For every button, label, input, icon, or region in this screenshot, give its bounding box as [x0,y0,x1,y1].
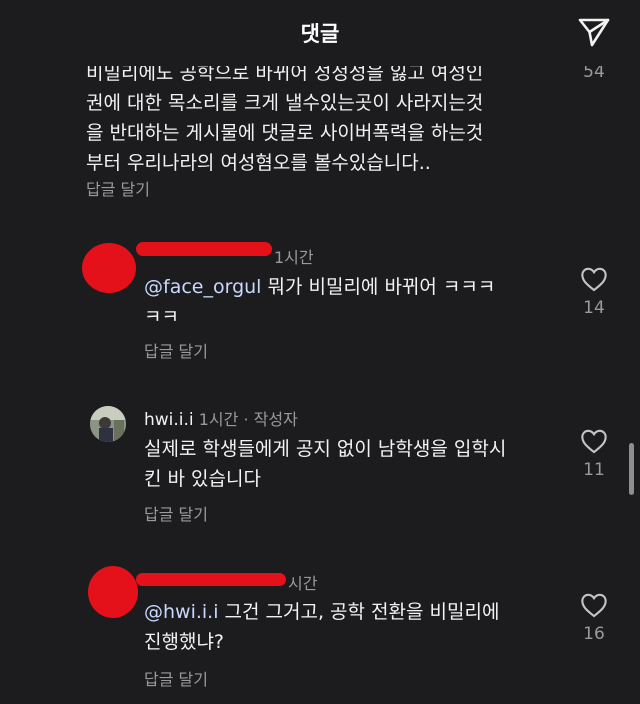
mention-link[interactable]: @hwi.i.i [144,601,219,623]
like-count: 14 [583,298,605,318]
send-icon [578,18,610,47]
page-title: 댓글 [300,22,340,46]
avatar[interactable] [90,406,126,442]
comments-list[interactable]: 비밀리에도 공학으로 바뀌어 성정성을 잃고 여성인 권에 대한 목소리를 크게… [0,0,640,704]
heart-icon [581,593,607,618]
separator: · [243,410,249,429]
author-badge: 작성자 [253,410,298,429]
like-count: 16 [583,624,605,644]
comment-time: 1시간 [198,410,239,429]
reply-button[interactable]: 답글 달기 [86,176,150,200]
comment-text: @hwi.i.i 그건 그거고, 공학 전환을 비밀리에 진행했냐? [144,601,500,653]
redaction-mark [136,242,272,256]
redaction-mark [136,573,286,586]
scrollbar-thumb[interactable] [629,443,634,495]
reply-button[interactable]: 답글 달기 [144,666,208,690]
avatar[interactable] [88,566,138,618]
like-button[interactable]: 11 [574,428,614,480]
like-button[interactable]: 14 [574,266,614,318]
comment-time: 시간 [288,574,318,593]
comment-text: 실제로 학생들에게 공지 없이 남학생을 입학시 킨 바 있습니다 [144,438,507,490]
share-button[interactable] [576,14,612,50]
reply-button[interactable]: 답글 달기 [144,338,208,362]
header: 댓글 [0,0,640,66]
reply-button[interactable]: 답글 달기 [144,501,208,525]
mention-link[interactable]: @face_orgul [144,276,261,298]
like-count: 11 [583,460,605,480]
username[interactable]: hwi.i.i [144,410,194,430]
comment-time: 1시간 [274,248,314,267]
comment-text: @face_orgul 뭐가 비밀리에 바뀌어 ㅋㅋㅋ ㅋㅋ [144,276,496,328]
heart-icon [581,267,607,292]
avatar[interactable] [82,243,136,293]
comment-header: hwi.i.i 1시간 · 작성자 [144,406,298,430]
like-button[interactable]: 16 [574,592,614,644]
comment-text: 비밀리에도 공학으로 바뀌어 성정성을 잃고 여성인 권에 대한 목소리를 크게… [86,62,484,174]
heart-icon [581,429,607,454]
